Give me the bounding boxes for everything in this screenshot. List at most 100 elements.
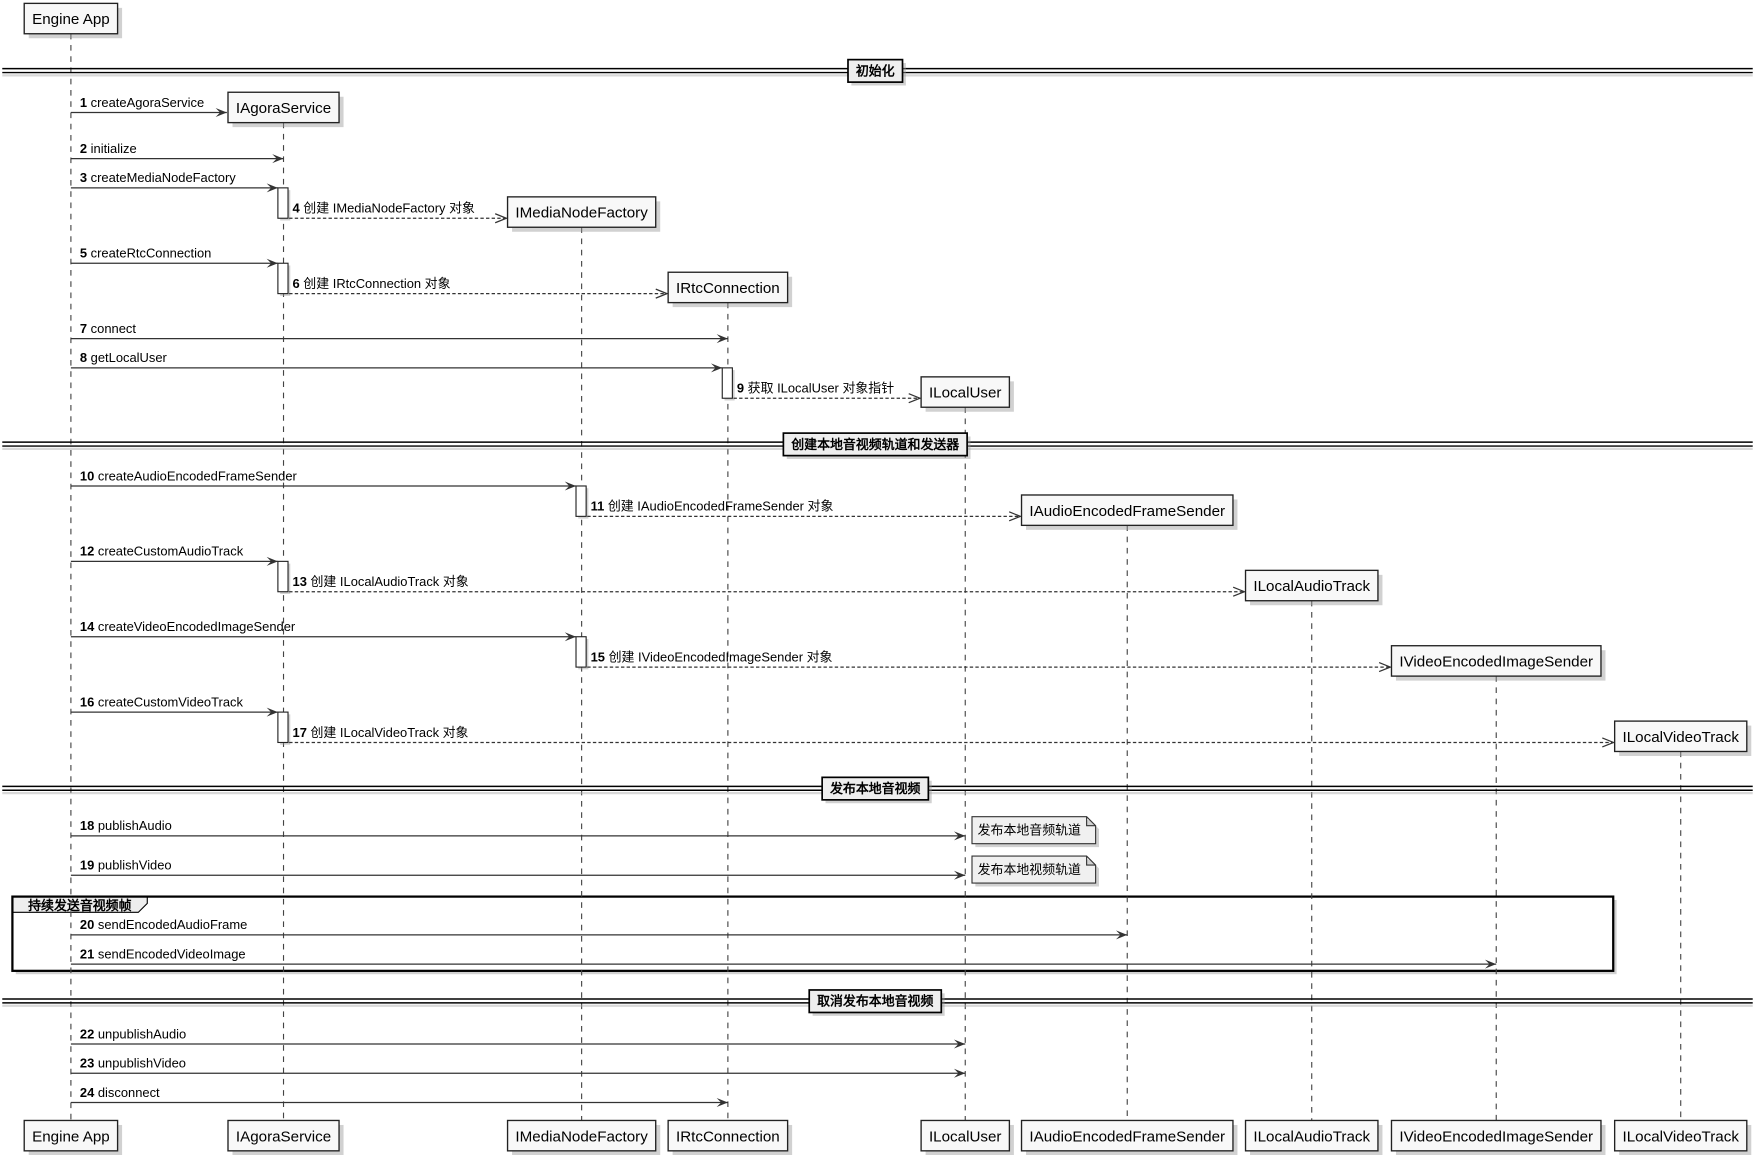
message-number: 1 bbox=[80, 95, 91, 110]
message-text: unpublishVideo bbox=[98, 1056, 186, 1071]
participant-head-ilocalaudiotrack: ILocalAudioTrack bbox=[1244, 569, 1383, 606]
message-number: 14 bbox=[80, 619, 98, 634]
message-text: sendEncodedVideoImage bbox=[98, 946, 246, 961]
participant-head-iagoraservice: IAgoraService bbox=[227, 91, 344, 128]
participant-label: IRtcConnection bbox=[676, 1128, 780, 1145]
participant-label: IVideoEncodedImageSender bbox=[1399, 654, 1593, 671]
message-text: getLocalUser bbox=[91, 350, 168, 365]
message-17: 17 创建 ILocalVideoTrack 对象 bbox=[289, 725, 1616, 748]
participant-foot-ilocalvideotrack: ILocalVideoTrack bbox=[1613, 1119, 1752, 1155]
message-18: 18 publishAudio bbox=[70, 818, 966, 841]
message-text: createVideoEncodedImageSender bbox=[98, 619, 296, 634]
message-label: 4 创建 IMediaNodeFactory 对象 bbox=[293, 201, 475, 216]
message-number: 22 bbox=[80, 1026, 98, 1041]
message-19: 19 publishVideo bbox=[70, 858, 966, 880]
section-divider: 取消发布本地音视频 bbox=[2, 989, 1753, 1016]
activation-bar bbox=[277, 262, 289, 295]
message-number: 6 bbox=[293, 276, 304, 291]
message-text: initialize bbox=[91, 141, 137, 156]
note-text: 发布本地音频轨道 bbox=[978, 823, 1081, 838]
message-12: 12 createCustomAudioTrack bbox=[70, 544, 278, 566]
participant-foot-ilocaluser: ILocalUser bbox=[920, 1119, 1014, 1155]
participant-head-ilocaluser: ILocalUser bbox=[920, 376, 1014, 412]
divider-label: 发布本地音视频 bbox=[829, 781, 921, 796]
participant-label: IVideoEncodedImageSender bbox=[1399, 1128, 1593, 1145]
sequence-diagram: 发布本地音频轨道发布本地视频轨道持续发送音视频帧 1 createAgoraSer… bbox=[2, 2, 1753, 1155]
message-16: 16 createCustomVideoTrack bbox=[70, 694, 278, 717]
message-4: 4 创建 IMediaNodeFactory 对象 bbox=[289, 201, 509, 224]
participant-foot-irtcconnection: IRtcConnection bbox=[667, 1119, 793, 1155]
participant-label: ILocalUser bbox=[929, 385, 1002, 402]
message-text: 获取 ILocalUser 对象指针 bbox=[748, 381, 895, 396]
participant-label: ILocalVideoTrack bbox=[1623, 729, 1740, 746]
message-24: 24 disconnect bbox=[70, 1085, 728, 1107]
message-6: 6 创建 IRtcConnection 对象 bbox=[289, 276, 669, 299]
participant-label: ILocalAudioTrack bbox=[1253, 1128, 1370, 1145]
participant-head-ilocalvideotrack: ILocalVideoTrack bbox=[1613, 720, 1752, 756]
divider-label: 初始化 bbox=[856, 63, 895, 78]
participant-label: ILocalAudioTrack bbox=[1253, 578, 1370, 595]
message-7: 7 connect bbox=[70, 321, 728, 344]
message-22: 22 unpublishAudio bbox=[70, 1026, 966, 1049]
message-number: 16 bbox=[80, 694, 98, 709]
section-divider: 创建本地音视频轨道和发送器 bbox=[2, 432, 1753, 459]
message-label: 13 创建 ILocalAudioTrack 对象 bbox=[293, 574, 469, 589]
participant-head-ivideoencodedimagesender: IVideoEncodedImageSender bbox=[1390, 645, 1606, 681]
message-number: 17 bbox=[293, 725, 311, 740]
message-number: 18 bbox=[80, 818, 98, 833]
message-number: 24 bbox=[80, 1085, 98, 1100]
message-label: 11 创建 IAudioEncodedFrameSender 对象 bbox=[591, 499, 834, 514]
message-label: 23 unpublishVideo bbox=[80, 1056, 186, 1071]
participant-label: ILocalVideoTrack bbox=[1623, 1128, 1740, 1145]
message-number: 23 bbox=[80, 1056, 98, 1071]
message-label: 6 创建 IRtcConnection 对象 bbox=[293, 276, 451, 291]
message-text: unpublishAudio bbox=[98, 1026, 186, 1041]
participant-label: ILocalUser bbox=[929, 1128, 1002, 1145]
message-9: 9 获取 ILocalUser 对象指针 bbox=[733, 381, 922, 404]
message-number: 5 bbox=[80, 246, 91, 261]
group-label: 持续发送音视频帧 bbox=[28, 898, 131, 913]
message-label: 7 connect bbox=[80, 321, 136, 336]
participant-label: IAudioEncodedFrameSender bbox=[1029, 503, 1225, 520]
message-label: 15 创建 IVideoEncodedImageSender 对象 bbox=[591, 649, 833, 664]
note-text: 发布本地视频轨道 bbox=[978, 862, 1081, 877]
participant-label: IAgoraService bbox=[236, 1128, 331, 1145]
message-label: 20 sendEncodedAudioFrame bbox=[80, 917, 247, 932]
message-number: 12 bbox=[80, 544, 98, 559]
message-label: 3 createMediaNodeFactory bbox=[80, 170, 236, 185]
message-number: 15 bbox=[591, 649, 609, 664]
participant-foot-ivideoencodedimagesender: IVideoEncodedImageSender bbox=[1390, 1119, 1606, 1155]
message-text: 创建 ILocalAudioTrack 对象 bbox=[310, 574, 468, 589]
message-label: 5 createRtcConnection bbox=[80, 246, 211, 261]
activation-bar bbox=[277, 560, 289, 593]
message-13: 13 创建 ILocalAudioTrack 对象 bbox=[289, 574, 1247, 597]
message-label: 1 createAgoraService bbox=[80, 95, 204, 110]
participant-label: IAudioEncodedFrameSender bbox=[1029, 1128, 1225, 1145]
message-text: createAgoraService bbox=[91, 95, 204, 110]
activation-bar bbox=[721, 367, 733, 399]
message-11: 11 创建 IAudioEncodedFrameSender 对象 bbox=[587, 499, 1023, 522]
message-label: 24 disconnect bbox=[80, 1085, 160, 1100]
participant-head-irtcconnection: IRtcConnection bbox=[667, 271, 793, 308]
message-text: publishVideo bbox=[98, 858, 172, 873]
participant-foot-imedianodefactory: IMediaNodeFactory bbox=[506, 1119, 661, 1155]
section-divider: 发布本地音视频 bbox=[2, 776, 1753, 804]
message-number: 8 bbox=[80, 350, 91, 365]
message-text: createAudioEncodedFrameSender bbox=[98, 468, 298, 483]
message-text: publishAudio bbox=[98, 818, 172, 833]
message-label: 9 获取 ILocalUser 对象指针 bbox=[737, 381, 894, 396]
divider-label: 取消发布本地音视频 bbox=[817, 994, 933, 1009]
message-text: connect bbox=[91, 321, 137, 336]
participant-label: IAgoraService bbox=[236, 100, 331, 117]
activation-bar bbox=[575, 485, 587, 517]
message-number: 13 bbox=[293, 574, 311, 589]
message-text: disconnect bbox=[98, 1085, 160, 1100]
message-1: 1 createAgoraService bbox=[70, 95, 227, 117]
participant-label: Engine App bbox=[32, 1128, 110, 1145]
message-label: 14 createVideoEncodedImageSender bbox=[80, 619, 296, 634]
message-label: 19 publishVideo bbox=[80, 858, 172, 873]
message-number: 11 bbox=[591, 499, 608, 514]
message-text: 创建 ILocalVideoTrack 对象 bbox=[310, 725, 468, 740]
message-2: 2 initialize bbox=[70, 141, 284, 164]
message-text: 创建 IVideoEncodedImageSender 对象 bbox=[609, 649, 833, 664]
